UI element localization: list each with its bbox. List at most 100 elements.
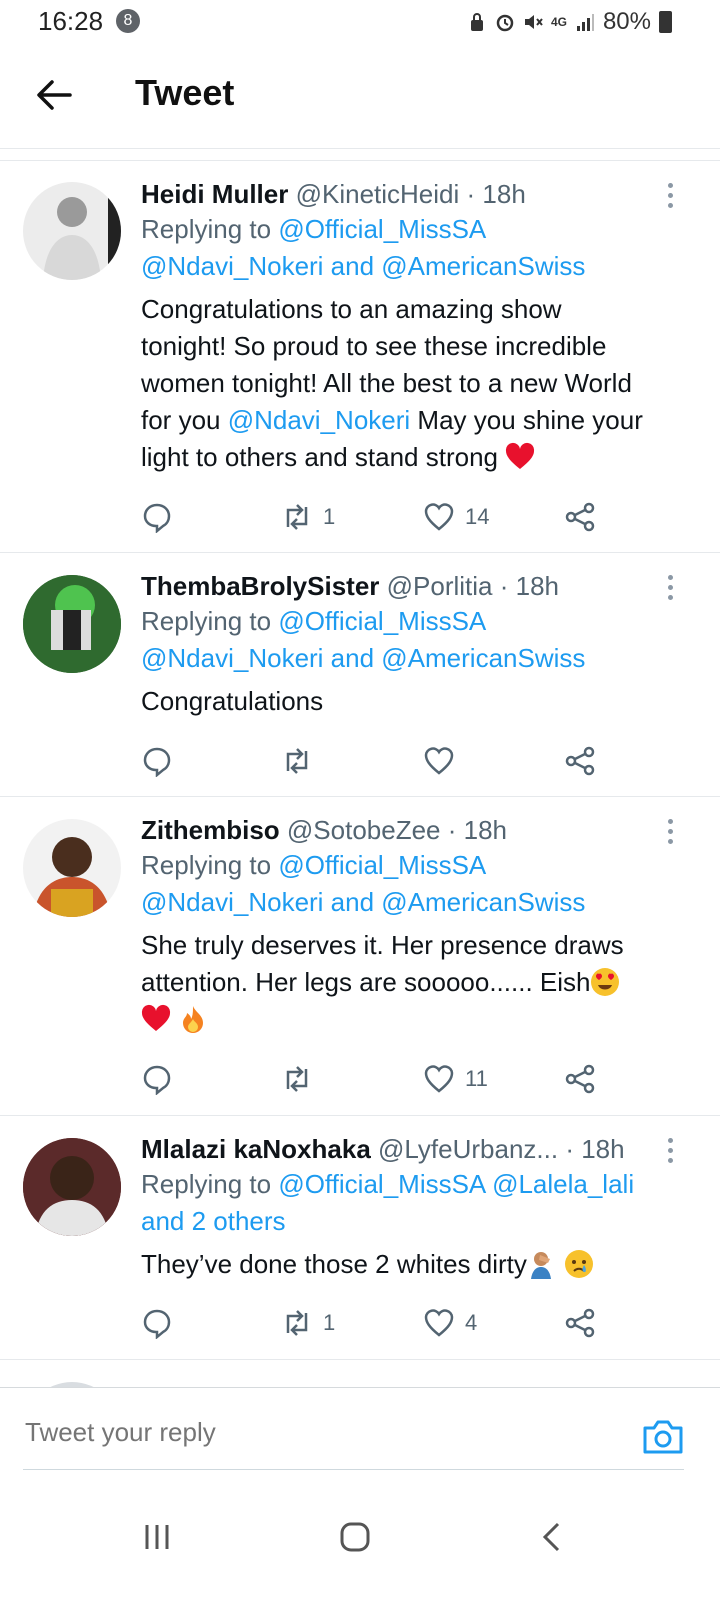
- reply-icon: [143, 503, 171, 533]
- fire-emoji-icon: [183, 1006, 204, 1033]
- retweet-count: 1: [323, 504, 336, 529]
- avatar[interactable]: [23, 575, 121, 673]
- replying-to: Replying to @Official_MissSA @Lalela_lal…: [141, 1166, 680, 1203]
- more-options-icon[interactable]: [666, 1138, 674, 1166]
- author-name[interactable]: Heidi Muller: [141, 179, 288, 209]
- share-button[interactable]: [564, 745, 596, 777]
- status-bar: 16:28 8 4G 80%: [0, 0, 720, 44]
- more-options-icon[interactable]: [666, 819, 674, 847]
- avatar[interactable]: [23, 1138, 121, 1236]
- reply-button[interactable]: [141, 1307, 173, 1339]
- tweet[interactable]: ThembaBrolySister @Porlitia · 18h Replyi…: [0, 553, 720, 797]
- tweet-actions: 1 14: [141, 501, 680, 541]
- tweet-time: · 18h: [499, 571, 560, 601]
- mention-link[interactable]: @Official_MissSA: [278, 850, 486, 880]
- author-handle[interactable]: @KineticHeidi: [296, 179, 460, 209]
- status-icons: 4G 80%: [467, 8, 672, 36]
- mention-link[interactable]: and 2 others: [141, 1203, 680, 1240]
- reply-button[interactable]: [141, 501, 173, 533]
- author-name[interactable]: ThembaBrolySister: [141, 571, 379, 601]
- author-name[interactable]: Zithembiso: [141, 815, 280, 845]
- tweet-text: They’ve done those 2 whites dirty: [141, 1246, 680, 1283]
- tweet-header: Zithembiso @SotobeZee · 18h: [141, 813, 680, 847]
- tweet-reply-input[interactable]: [23, 1416, 587, 1449]
- like-count: 4: [465, 1310, 478, 1335]
- reply-button[interactable]: [141, 1063, 173, 1095]
- text-line: light to others and stand strong: [141, 442, 499, 472]
- reply-icon: [143, 1065, 171, 1095]
- tweet-text: Congratulations: [141, 683, 680, 720]
- like-button[interactable]: 11: [423, 1063, 488, 1095]
- mention-link[interactable]: @Ndavi_Nokeri and @AmericanSwiss: [141, 248, 680, 285]
- tweet-actions: [141, 745, 680, 785]
- crying-emoji-icon: [565, 1250, 594, 1278]
- tweet[interactable]: Heidi Muller @KineticHeidi · 18h Replyin…: [0, 161, 720, 553]
- red-heart-emoji-icon: [141, 1004, 171, 1031]
- tweet-text: Congratulations to an amazing show tonig…: [141, 291, 680, 476]
- mute-icon: [524, 15, 543, 29]
- facepalm-emoji-icon: [530, 1252, 551, 1279]
- tweet[interactable]: Zithembiso @SotobeZee · 18h Replying to …: [0, 797, 720, 1116]
- page-title: Tweet: [135, 72, 235, 113]
- alarm-icon: [496, 14, 514, 32]
- mention-link[interactable]: @Ndavi_Nokeri and @AmericanSwiss: [141, 884, 680, 921]
- retweet-icon: [286, 1066, 308, 1092]
- recent-apps-icon[interactable]: [142, 1522, 172, 1552]
- heart-icon: [424, 503, 454, 531]
- replying-label: Replying to: [141, 1169, 279, 1199]
- share-icon: [565, 502, 595, 532]
- retweet-icon: [286, 1310, 308, 1336]
- avatar[interactable]: [23, 182, 121, 280]
- avatar[interactable]: [23, 819, 121, 917]
- retweet-button[interactable]: 1: [281, 1307, 335, 1339]
- like-button[interactable]: 4: [423, 1307, 477, 1339]
- back-nav-icon[interactable]: [540, 1522, 564, 1552]
- text-line: Congratulations: [141, 686, 324, 716]
- back-arrow-icon[interactable]: [34, 78, 74, 112]
- network-type: 4G: [550, 15, 567, 29]
- text-line: women tonight! All the best to a new Wor…: [141, 368, 632, 398]
- mention-link[interactable]: @Official_MissSA @Lalela_lali: [278, 1169, 634, 1199]
- text-line: May you shine your: [410, 405, 643, 435]
- reply-bar: [0, 1387, 720, 1472]
- replying-label: Replying to: [141, 850, 279, 880]
- author-handle[interactable]: @LyfeUrbanz...: [378, 1134, 558, 1164]
- retweet-button[interactable]: [281, 1063, 323, 1095]
- mention-link[interactable]: @Official_MissSA: [278, 214, 486, 244]
- more-options-icon[interactable]: [666, 575, 674, 603]
- tweet-header: ThembaBrolySister @Porlitia · 18h: [141, 569, 680, 603]
- replying-to: Replying to @Official_MissSA: [141, 603, 680, 640]
- replying-to: Replying to @Official_MissSA: [141, 847, 680, 884]
- tweet-text: She truly deserves it. Her presence draw…: [141, 927, 680, 1038]
- home-icon[interactable]: [339, 1522, 371, 1552]
- tweet[interactable]: Mlalazi kaNoxhaka @LyfeUrbanz... · 18h R…: [0, 1116, 720, 1360]
- author-handle[interactable]: @SotobeZee: [287, 815, 441, 845]
- system-nav-bar: [0, 1480, 720, 1600]
- text-line: attention. Her legs are sooooo...... Eis…: [141, 967, 591, 997]
- camera-icon[interactable]: [642, 1416, 684, 1456]
- heart-icon: [424, 747, 454, 775]
- heart-icon: [424, 1309, 454, 1337]
- next-tweet-peek: [0, 1360, 720, 1387]
- retweet-button[interactable]: 1: [281, 501, 335, 533]
- share-icon: [565, 1064, 595, 1094]
- like-count: 11: [465, 1066, 488, 1091]
- more-options-icon[interactable]: [666, 183, 674, 211]
- reply-button[interactable]: [141, 745, 173, 777]
- mention-link[interactable]: @Ndavi_Nokeri: [228, 405, 410, 435]
- reply-icon: [143, 747, 171, 777]
- like-button[interactable]: 14: [423, 501, 489, 533]
- replying-label: Replying to: [141, 214, 279, 244]
- share-button[interactable]: [564, 1063, 596, 1095]
- mention-link[interactable]: @Ndavi_Nokeri and @AmericanSwiss: [141, 640, 680, 677]
- retweet-button[interactable]: [281, 745, 323, 777]
- text-line: tonight! So proud to see these incredibl…: [141, 331, 607, 361]
- author-name[interactable]: Mlalazi kaNoxhaka: [141, 1134, 371, 1164]
- like-count: 14: [465, 504, 490, 529]
- share-button[interactable]: [564, 1307, 596, 1339]
- author-handle[interactable]: @Porlitia: [387, 571, 493, 601]
- share-button[interactable]: [564, 501, 596, 533]
- mention-link[interactable]: @Official_MissSA: [278, 606, 486, 636]
- signal-icon: [576, 14, 594, 31]
- like-button[interactable]: [423, 745, 465, 777]
